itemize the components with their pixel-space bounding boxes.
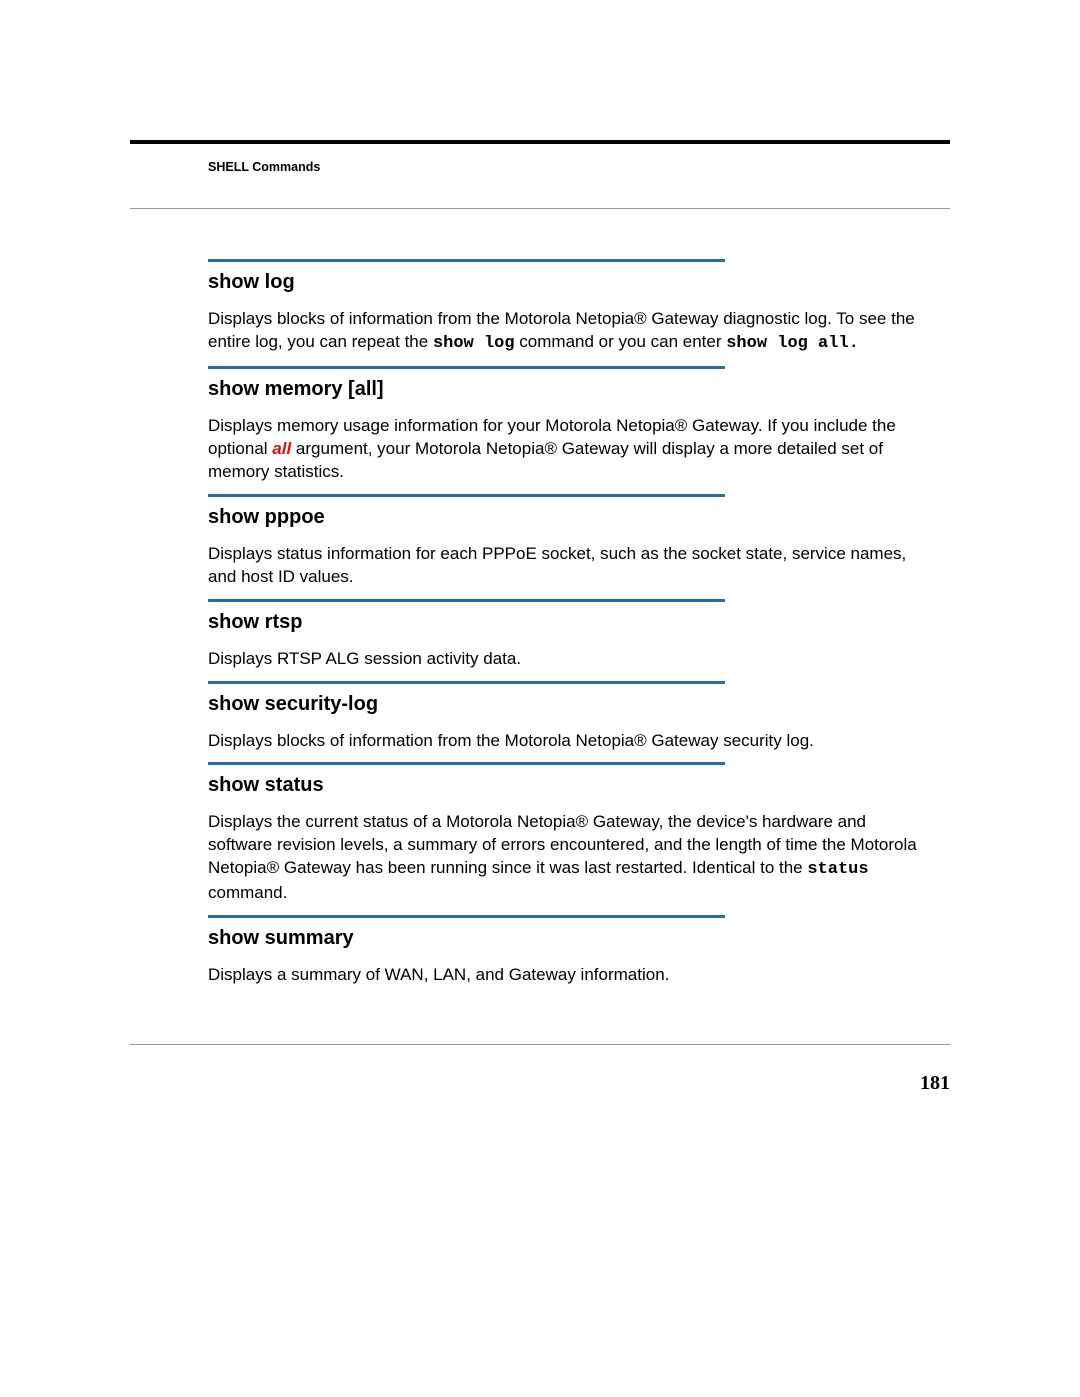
command-description: Displays a summary of WAN, LAN, and Gate…: [208, 964, 930, 987]
command-heading: show log: [208, 270, 930, 294]
divider: [208, 599, 725, 602]
command-heading: show memory [all]: [208, 377, 930, 401]
divider: [208, 915, 725, 918]
entry-show-rtsp: show rtsp Displays RTSP ALG session acti…: [208, 599, 930, 671]
inline-command: show log all.: [726, 334, 859, 353]
page: SHELL Commands show log Displays blocks …: [0, 0, 1080, 1397]
divider: [208, 681, 725, 684]
desc-text: command.: [208, 883, 287, 902]
entry-show-pppoe: show pppoe Displays status information f…: [208, 494, 930, 589]
entry-show-security-log: show security-log Displays blocks of inf…: [208, 681, 930, 753]
command-description: Displays blocks of information from the …: [208, 730, 930, 753]
entry-show-log: show log Displays blocks of information …: [208, 259, 930, 356]
content-area: show log Displays blocks of information …: [130, 209, 950, 987]
entry-show-memory: show memory [all] Displays memory usage …: [208, 366, 930, 484]
command-description: Displays memory usage information for yo…: [208, 415, 930, 484]
inline-command: show log: [433, 334, 515, 353]
entry-show-summary: show summary Displays a summary of WAN, …: [208, 915, 930, 987]
command-description: Displays the current status of a Motorol…: [208, 811, 930, 905]
command-heading: show status: [208, 773, 930, 797]
section-label: SHELL Commands: [208, 160, 320, 174]
top-rule-thick: [130, 140, 950, 144]
command-description: Displays status information for each PPP…: [208, 543, 930, 589]
command-heading: show pppoe: [208, 505, 930, 529]
command-heading: show summary: [208, 926, 930, 950]
footer-rule: [130, 1044, 950, 1045]
header-row: SHELL Commands: [130, 150, 950, 184]
divider: [208, 366, 725, 369]
argument: all: [272, 439, 291, 458]
desc-text: command or you can enter: [515, 332, 727, 351]
command-description: Displays blocks of information from the …: [208, 308, 930, 356]
inline-command: status: [807, 860, 868, 879]
divider: [208, 762, 725, 765]
page-number: 181: [920, 1072, 950, 1095]
desc-text: argument, your Motorola Netopia® Gateway…: [208, 439, 883, 481]
command-heading: show rtsp: [208, 610, 930, 634]
command-description: Displays RTSP ALG session activity data.: [208, 648, 930, 671]
divider: [208, 494, 725, 497]
command-heading: show security-log: [208, 692, 930, 716]
divider: [208, 259, 725, 262]
entry-show-status: show status Displays the current status …: [208, 762, 930, 905]
